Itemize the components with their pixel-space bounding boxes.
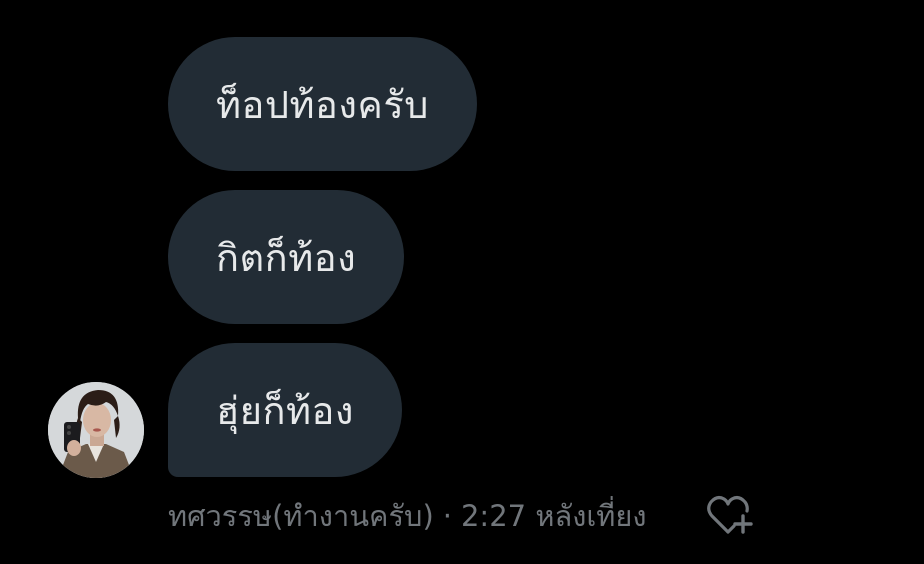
message-timestamp: 2:27 หลังเที่ยง [460,499,647,533]
sender-name[interactable]: ทศวรรษ(ทำงานครับ) [168,493,434,539]
message-bubble[interactable]: ฮุ่ยก็ท้อง [168,343,402,477]
user-avatar-photo-icon [48,382,144,478]
heart-plus-icon [707,495,753,534]
message-text: ท็อปท้องครับ [216,82,429,127]
message-bubble[interactable]: กิตก็ท้อง [168,190,405,324]
message-text: กิตก็ท้อง [216,235,357,280]
message-bubble[interactable]: ท็อปท้องครับ [168,37,477,171]
separator: · [442,499,452,533]
message-meta: ทศวรรษ(ทำงานครับ) · 2:27 หลังเที่ยง [168,494,647,538]
add-reaction-button[interactable] [704,492,754,538]
message-text: ฮุ่ยก็ท้อง [216,388,354,433]
avatar[interactable] [48,382,144,478]
message-thread: ท็อปท้องครับ กิตก็ท้อง ฮุ่ยก็ท้อง ทศวรรษ… [0,0,924,564]
